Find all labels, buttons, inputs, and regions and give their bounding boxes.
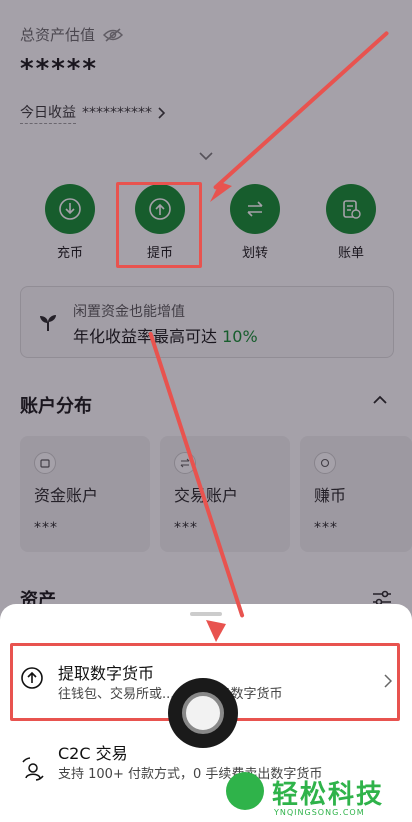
c2c-exchange-icon xyxy=(22,757,44,781)
annotation-arrowhead-2 xyxy=(206,620,226,642)
option-title: C2C 交易 xyxy=(58,744,128,763)
annotation-arrowhead-1 xyxy=(210,182,232,202)
watermark-url: YNQINGSONG.COM xyxy=(274,808,365,817)
watermark-logo-icon xyxy=(226,772,264,810)
watermark-text: 轻松科技 xyxy=(272,780,385,810)
touch-indicator xyxy=(168,678,238,748)
annotation-highlight-withdraw xyxy=(116,182,202,268)
